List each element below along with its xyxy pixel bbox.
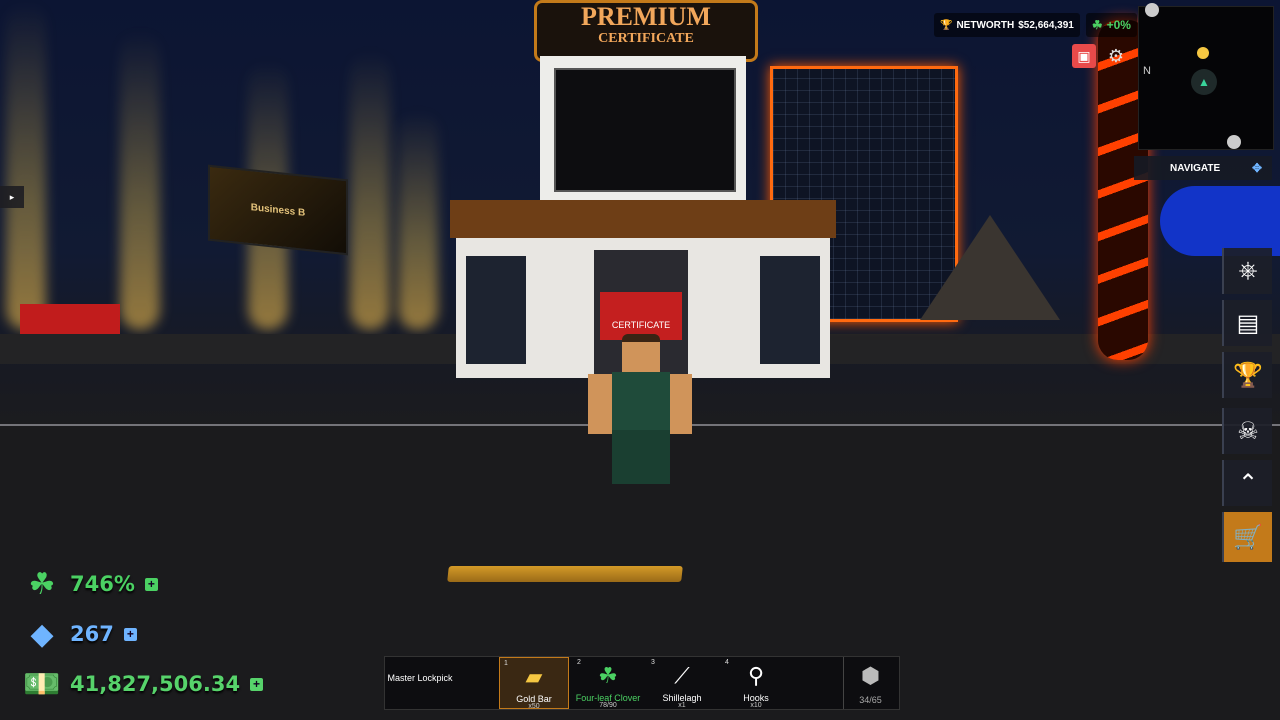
steering-wheel-icon: ⎈ <box>1238 257 1258 284</box>
game-scene: Business B PREMIUM CERTIFICATE CERTIFICA… <box>0 0 1280 720</box>
inventory-button[interactable]: ⬢ 34/65 <box>843 657 897 709</box>
zoom-out-icon[interactable] <box>1227 135 1241 149</box>
trophy-icon: 🏆 <box>940 19 953 31</box>
spotlight-beam <box>6 0 46 330</box>
add-gems-button[interactable]: + <box>123 627 137 641</box>
inventory-count: 34/65 <box>859 695 882 705</box>
gift-icon: ▣ <box>1077 48 1091 64</box>
door-sign: CERTIFICATE <box>600 292 682 340</box>
premium-certificate-store: PREMIUM CERTIFICATE CERTIFICATE <box>450 0 836 380</box>
minimap-north-label: N <box>1143 65 1151 77</box>
navigate-label: NAVIGATE <box>1170 162 1221 174</box>
add-luck-button[interactable]: + <box>144 577 158 591</box>
store-side-window-left <box>466 256 526 364</box>
hook-icon: ⚲ <box>747 663 765 688</box>
character-torso <box>612 372 670 430</box>
gift-button[interactable]: ▣ <box>1072 44 1096 68</box>
luck-value: 746% <box>70 572 135 596</box>
luck-stat: ☘ 746% + <box>24 566 158 602</box>
spotlight-beam <box>398 110 438 330</box>
spotlight-beam <box>350 50 390 330</box>
top-status-bar: 🏆 NETWORTH $52,664,391 ☘ +0% <box>934 12 1137 38</box>
diamond-icon: ◆ <box>30 617 54 651</box>
zoom-in-icon[interactable] <box>1145 3 1159 17</box>
store-sign-subtitle: CERTIFICATE <box>598 31 694 46</box>
character-legs <box>612 430 670 484</box>
store-sign-title: PREMIUM <box>581 2 711 31</box>
store-side-window-right <box>760 256 820 364</box>
guide-button[interactable]: ▤ <box>1222 300 1272 346</box>
cash-value: 41,827,506.34 <box>70 672 241 696</box>
luck-change-display: ☘ +0% <box>1085 13 1137 37</box>
networth-value: $52,664,391 <box>1018 19 1074 31</box>
gear-icon: ⚙ <box>1107 46 1125 66</box>
cash-stat: 💵 41,827,506.34 + <box>23 666 264 702</box>
shillelagh-icon: ⟋ <box>674 663 690 688</box>
gold-bar-icon: ▰ <box>525 664 543 689</box>
luck-change-value: +0% <box>1106 18 1131 32</box>
add-cash-button[interactable]: + <box>250 677 264 691</box>
pyramid <box>920 215 1060 320</box>
billboard: Business B <box>208 164 348 256</box>
slot-quantity: 78/90 <box>599 702 617 709</box>
trophy-icon: 🏆 <box>1233 361 1263 389</box>
character-arm-right <box>670 374 692 434</box>
player-arrow-icon: ▲ <box>1191 69 1217 95</box>
navigate-button[interactable]: NAVIGATE ✥ <box>1134 156 1272 180</box>
settings-button[interactable]: ⚙ <box>1104 44 1128 68</box>
cart-icon: 🛒 <box>1233 523 1263 551</box>
crime-button[interactable]: ☠ <box>1222 408 1272 454</box>
rank-button[interactable]: ⌃ <box>1222 460 1272 506</box>
slot-label: Master Lockpick <box>387 673 453 683</box>
hotbar-slot-four-leaf-clover[interactable]: 2 ☘ Four-leaf Clover 78/90 <box>573 657 643 709</box>
door-sign-text: CERTIFICATE <box>611 320 671 330</box>
hotbar-slot-gold-bar[interactable]: 1 ▰ Gold Bar x50 <box>499 657 569 710</box>
gamepad-icon: ✥ <box>1251 161 1262 175</box>
skull-icon: ☠ <box>1237 417 1259 445</box>
hotbar-slot-master-lockpick[interactable]: Master Lockpick <box>385 657 455 709</box>
clover-icon: ☘ <box>598 663 618 688</box>
achievements-button[interactable]: 🏆 <box>1222 352 1272 398</box>
minimap[interactable]: N ▲ <box>1138 3 1274 150</box>
red-barrier <box>20 304 120 334</box>
character-arm-left <box>588 374 612 434</box>
store-window <box>554 68 736 192</box>
vehicle-button[interactable]: ⎈ <box>1222 248 1272 294</box>
cash-icon: 💵 <box>23 667 61 701</box>
slot-quantity: x1 <box>678 702 686 709</box>
gold-bar-placement-marker <box>447 566 683 582</box>
backpack-icon: ⬢ <box>860 663 881 688</box>
networth-label: NETWORTH <box>956 19 1015 31</box>
store-sign: PREMIUM CERTIFICATE <box>534 0 758 62</box>
hotbar-slot-shillelagh[interactable]: 3 ⟋ Shillelagh x1 <box>647 657 717 709</box>
slot-quantity: x10 <box>750 702 762 709</box>
gems-value: 267 <box>70 622 114 646</box>
gems-stat: ◆ 267 + <box>24 616 137 652</box>
chevrons-up-icon: ⌃ <box>1237 469 1259 497</box>
shop-button[interactable]: 🛒 <box>1222 512 1272 562</box>
clover-icon: ☘ <box>28 567 56 601</box>
hotbar-slot-hooks[interactable]: 4 ⚲ Hooks x10 <box>721 657 791 709</box>
billboard-text: Business B <box>250 201 306 219</box>
slot-quantity: x50 <box>528 703 540 710</box>
chevron-right-icon: ▸ <box>9 192 15 202</box>
clover-icon: ☘ <box>1091 18 1103 32</box>
menu-toggle[interactable]: ▸ <box>0 186 24 208</box>
spotlight-beam <box>120 30 160 330</box>
hotbar: Master Lockpick 1 ▰ Gold Bar x50 2 ☘ Fou… <box>384 656 900 710</box>
networth-display: 🏆 NETWORTH $52,664,391 <box>934 13 1080 37</box>
player-character <box>588 334 692 484</box>
store-roof-band <box>450 200 836 238</box>
blue-dome <box>1160 186 1280 256</box>
store-tower <box>540 56 746 202</box>
location-marker-icon <box>1197 47 1209 59</box>
book-icon: ▤ <box>1236 309 1260 337</box>
